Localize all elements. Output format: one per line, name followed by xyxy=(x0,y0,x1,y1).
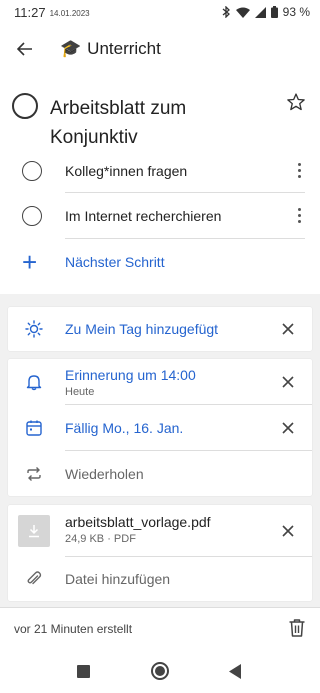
recent-apps-button[interactable] xyxy=(77,665,90,678)
wifi-icon xyxy=(235,7,250,18)
home-button[interactable] xyxy=(151,662,169,680)
reminder-sub: Heute xyxy=(65,386,95,398)
bluetooth-icon xyxy=(222,6,230,18)
close-icon[interactable] xyxy=(282,323,294,335)
list-name: Unterricht xyxy=(87,39,161,58)
system-nav-bar xyxy=(0,650,320,693)
reminder-row[interactable]: Erinnerung um 14:00 Heute xyxy=(8,359,312,404)
star-outline-icon[interactable] xyxy=(286,92,306,112)
task-title[interactable]: Arbeitsblatt zum Konjunktiv xyxy=(50,94,270,152)
add-step-label: Nächster Schritt xyxy=(65,253,165,270)
add-file-button[interactable]: Datei hinzufügen xyxy=(8,557,312,601)
add-step-button[interactable]: + Nächster Schritt xyxy=(0,239,320,284)
battery-icon xyxy=(270,6,278,18)
bell-icon xyxy=(24,372,44,392)
close-icon[interactable] xyxy=(282,375,294,388)
status-icons: 93 % xyxy=(222,5,310,19)
task-detail-card: Arbeitsblatt zum Konjunktiv Kolleg*innen… xyxy=(0,74,320,294)
my-day-card: Zu Mein Tag hinzugefügt xyxy=(8,307,312,351)
reminder-text: Erinnerung um 14:00 Heute xyxy=(65,367,196,398)
back-button[interactable] xyxy=(0,24,50,74)
task-footer: vor 21 Minuten erstellt xyxy=(0,607,320,650)
battery-level: 93 % xyxy=(282,5,310,19)
sun-icon xyxy=(24,319,44,339)
step-item[interactable]: Kolleg*innen fragen xyxy=(0,148,320,193)
dates-card: Erinnerung um 14:00 Heute Fällig Mo., 16… xyxy=(8,359,312,496)
created-timestamp: vor 21 Minuten erstellt xyxy=(14,622,133,636)
status-date: 14.01.2023 xyxy=(49,8,90,18)
complete-task-checkbox[interactable] xyxy=(12,93,38,119)
reminder-label: Erinnerung um 14:00 xyxy=(65,367,196,383)
calendar-icon xyxy=(24,418,44,438)
file-row[interactable]: arbeitsblatt_vorlage.pdf 24,9 KB · PDF xyxy=(8,505,312,556)
file-meta: 24,9 KB · PDF xyxy=(65,533,136,545)
step-label[interactable]: Im Internet recherchieren xyxy=(65,208,221,224)
step-item[interactable]: Im Internet recherchieren xyxy=(0,193,320,238)
file-info: arbeitsblatt_vorlage.pdf 24,9 KB · PDF xyxy=(65,514,211,545)
close-icon[interactable] xyxy=(282,421,294,434)
more-options-icon[interactable] xyxy=(292,208,306,223)
repeat-row[interactable]: Wiederholen xyxy=(8,451,312,496)
app-bar: 🎓 Unterricht xyxy=(0,24,320,74)
due-date-label: Fällig Mo., 16. Jan. xyxy=(65,419,184,436)
download-icon xyxy=(18,515,50,547)
repeat-icon xyxy=(24,464,44,484)
my-day-row[interactable]: Zu Mein Tag hinzugefügt xyxy=(8,307,312,351)
file-name: arbeitsblatt_vorlage.pdf xyxy=(65,514,211,530)
signal-icon xyxy=(254,6,266,18)
repeat-label: Wiederholen xyxy=(65,465,144,482)
task-title-row: Arbeitsblatt zum Konjunktiv xyxy=(0,82,320,152)
arrow-left-icon xyxy=(17,42,32,56)
more-options-icon[interactable] xyxy=(292,163,306,178)
graduation-cap-icon: 🎓 xyxy=(60,39,82,58)
step-checkbox[interactable] xyxy=(22,160,42,181)
trash-icon[interactable] xyxy=(288,618,306,638)
close-icon[interactable] xyxy=(282,524,294,537)
paperclip-icon xyxy=(24,569,44,589)
status-time: 11:27 xyxy=(14,4,46,20)
list-title: 🎓 Unterricht xyxy=(60,39,161,59)
add-file-label: Datei hinzufügen xyxy=(65,571,171,587)
plus-icon: + xyxy=(22,246,38,277)
my-day-label: Zu Mein Tag hinzugefügt xyxy=(65,321,219,337)
back-nav-button[interactable] xyxy=(229,664,242,679)
step-checkbox[interactable] xyxy=(22,205,42,226)
files-card: arbeitsblatt_vorlage.pdf 24,9 KB · PDF D… xyxy=(8,505,312,601)
status-bar: 11:27 14.01.2023 93 % xyxy=(0,0,320,24)
step-label[interactable]: Kolleg*innen fragen xyxy=(65,163,187,179)
due-date-row[interactable]: Fällig Mo., 16. Jan. xyxy=(8,405,312,450)
